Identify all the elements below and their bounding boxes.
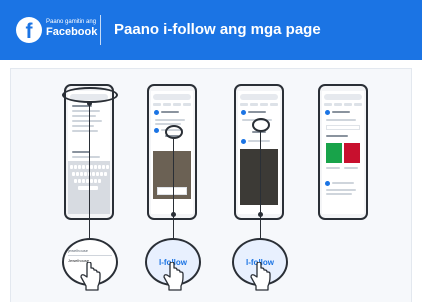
step-3-connector-dot bbox=[258, 212, 263, 217]
step-3-connector bbox=[260, 132, 261, 238]
search-bar bbox=[324, 94, 362, 100]
step-3-screen bbox=[238, 91, 280, 214]
search-bar bbox=[153, 94, 191, 100]
step-3-phone bbox=[234, 84, 284, 220]
brand-name: Facebook bbox=[46, 26, 98, 38]
step-4-screen bbox=[322, 91, 364, 214]
facebook-logo-letter: f bbox=[25, 20, 33, 43]
page-title: Paano i-follow ang mga page bbox=[114, 21, 321, 38]
header-divider bbox=[100, 15, 101, 45]
step-1-connector-dot bbox=[87, 101, 92, 106]
pointing-hand-icon bbox=[163, 262, 184, 291]
suggested-page-thumb bbox=[326, 143, 342, 163]
step-4-phone bbox=[318, 84, 368, 220]
step-2-connector-dot bbox=[171, 212, 176, 217]
suggested-page-thumb bbox=[344, 143, 360, 163]
search-bar bbox=[240, 94, 278, 100]
post-photo bbox=[240, 149, 278, 205]
brand-tagline: Paano gamitin ang bbox=[46, 19, 97, 25]
facebook-logo-icon: f bbox=[16, 17, 42, 43]
header-banner: f Paano gamitin ang Facebook Paano i-fol… bbox=[0, 0, 422, 60]
following-button bbox=[326, 125, 360, 130]
follow-highlight bbox=[165, 125, 183, 139]
step-2-screen bbox=[151, 91, 193, 214]
step-1-connector bbox=[89, 103, 90, 238]
step-2-phone bbox=[147, 84, 197, 220]
pointing-hand-icon bbox=[250, 262, 271, 291]
pointing-hand-icon bbox=[80, 262, 101, 291]
post-caption bbox=[157, 187, 187, 195]
zoom-search-text: jewelhouse bbox=[68, 248, 89, 253]
step-2-connector bbox=[173, 139, 174, 238]
zoom-separator bbox=[68, 255, 112, 256]
follow-highlight bbox=[252, 118, 270, 132]
